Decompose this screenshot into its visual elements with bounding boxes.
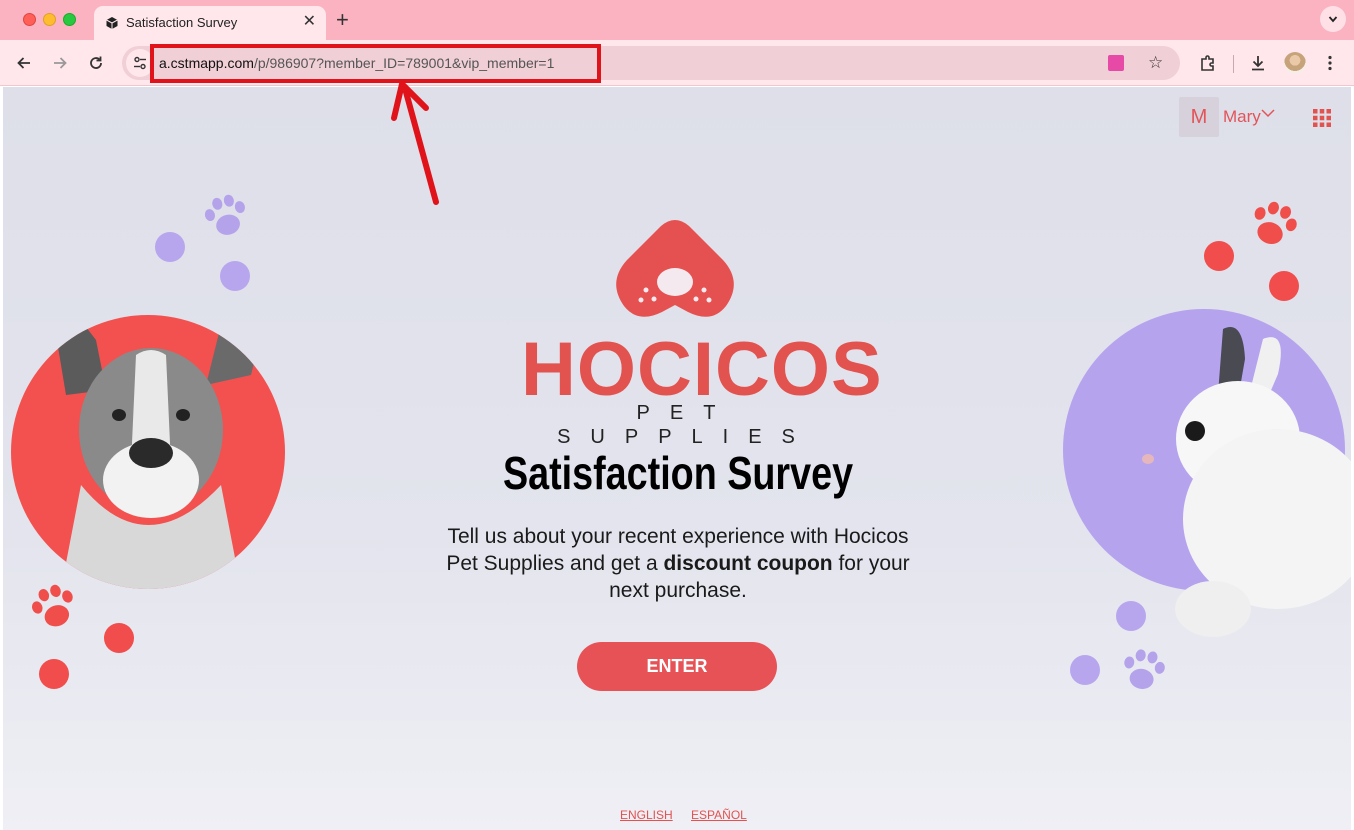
close-window-button[interactable] xyxy=(23,13,36,26)
survey-page: M Mary HOCICOS PET SUPPLIES Satisfaction… xyxy=(3,87,1351,830)
dog-photo xyxy=(11,315,285,589)
paw-print-icon xyxy=(1124,649,1165,689)
tab-close-icon[interactable]: ✕ xyxy=(303,12,316,32)
decor-dot xyxy=(220,261,250,291)
reload-button[interactable] xyxy=(84,51,108,75)
decor-dot xyxy=(155,232,185,262)
page-title: Satisfaction Survey xyxy=(502,447,854,499)
arrow-right-icon xyxy=(54,57,67,69)
new-tab-button[interactable]: + xyxy=(336,7,349,33)
brand-tagline: PET SUPPLIES xyxy=(557,402,815,448)
paw-print-icon xyxy=(1254,201,1297,245)
paw-print-icon xyxy=(31,584,73,627)
tab-title: Satisfaction Survey xyxy=(126,15,238,30)
tune-icon xyxy=(134,56,146,70)
kebab-menu-icon xyxy=(1328,55,1332,71)
profile-avatar[interactable] xyxy=(1284,52,1306,74)
extensions-button[interactable] xyxy=(1196,51,1220,75)
puzzle-icon xyxy=(1201,55,1214,71)
description-bold: discount coupon xyxy=(663,552,833,575)
decor-dot xyxy=(1269,271,1299,301)
reload-icon xyxy=(90,56,102,69)
enter-button[interactable]: ENTER xyxy=(577,642,777,691)
decor-dot xyxy=(1116,601,1146,631)
back-button[interactable] xyxy=(12,51,36,75)
chevron-down-icon xyxy=(1328,16,1338,23)
survey-description: Tell us about your recent experience wit… xyxy=(443,523,913,604)
rabbit-photo xyxy=(1063,309,1351,637)
chevron-down-icon[interactable] xyxy=(1261,108,1275,118)
language-switcher: ENGLISH ESPAÑOL xyxy=(620,807,762,823)
arrow-left-icon xyxy=(17,57,30,69)
minimize-window-button[interactable] xyxy=(43,13,56,26)
annotation-arrow-icon xyxy=(391,81,439,205)
forward-button[interactable] xyxy=(48,51,72,75)
url-highlight-box xyxy=(150,44,601,83)
decor-dot xyxy=(104,623,134,653)
user-name[interactable]: Mary xyxy=(1223,105,1261,129)
tab-satisfaction-survey[interactable]: Satisfaction Survey ✕ xyxy=(94,6,326,40)
decor-dot xyxy=(1204,241,1234,271)
paw-print-icon xyxy=(204,194,245,235)
decor-dot xyxy=(39,659,69,689)
grid-icon[interactable] xyxy=(1313,109,1331,127)
extension-icon[interactable] xyxy=(1108,55,1124,71)
downloads-button[interactable] xyxy=(1246,51,1270,75)
brand-name: HOCICOS xyxy=(521,327,883,412)
cube-icon xyxy=(106,17,118,29)
browser-menu-button[interactable] xyxy=(1318,51,1342,75)
download-icon xyxy=(1252,56,1264,71)
tab-strip: Satisfaction Survey ✕ + xyxy=(0,0,1354,40)
decor-dot xyxy=(1070,655,1100,685)
star-icon[interactable]: ☆ xyxy=(1148,52,1163,74)
tab-search-button[interactable] xyxy=(1320,6,1346,32)
toolbar-divider xyxy=(1233,55,1234,73)
language-link-english[interactable]: ENGLISH xyxy=(620,808,673,822)
language-link-espanol[interactable]: ESPAÑOL xyxy=(691,808,747,822)
user-avatar[interactable]: M xyxy=(1179,97,1219,137)
maximize-window-button[interactable] xyxy=(63,13,76,26)
